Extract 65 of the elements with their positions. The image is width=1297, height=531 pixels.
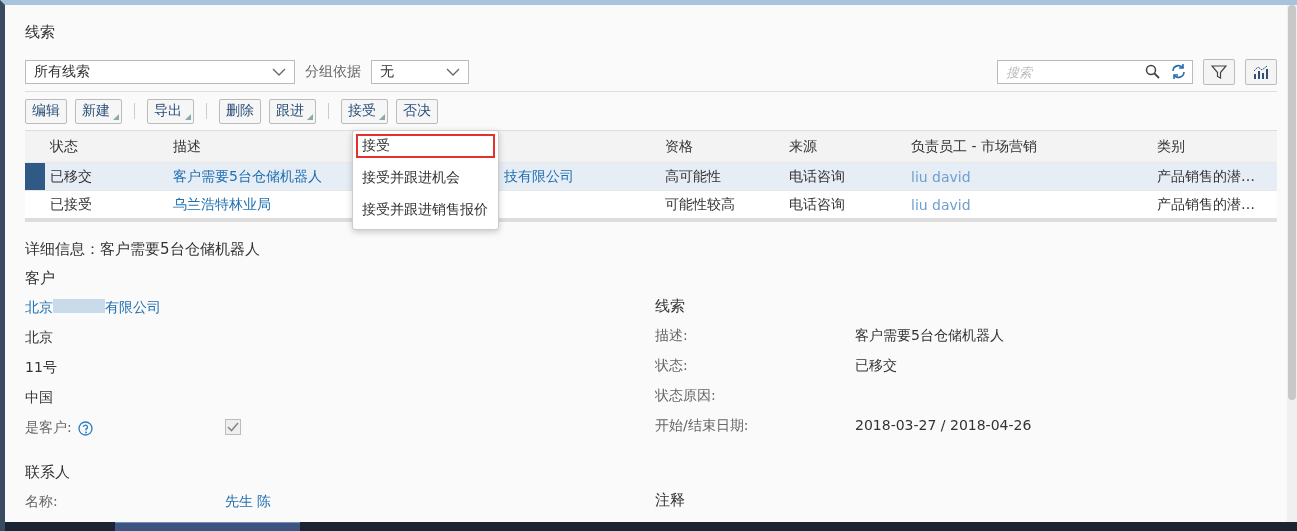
toolbar-button[interactable]: 否决	[396, 98, 438, 124]
page-title: 线索	[25, 23, 56, 43]
section-heading: 注释	[655, 491, 686, 511]
details-title: 详细信息：客户需要5台仓储机器人	[25, 240, 261, 259]
customer-link[interactable]: 有限公司	[105, 299, 161, 317]
field-value: 已移交	[855, 357, 898, 375]
table-link[interactable]: 乌兰浩特林业局	[168, 195, 347, 214]
field-value: 2018-03-27 / 2018-04-26	[855, 417, 1033, 433]
field-label: 名称:	[25, 493, 59, 511]
checkbox[interactable]	[225, 419, 241, 435]
toolbar-button[interactable]: 接受	[341, 98, 388, 124]
menu-item[interactable]: 接受	[356, 134, 495, 158]
table-link[interactable]: 客户需要5台仓储机器人	[168, 167, 347, 186]
address-line: 11号	[25, 359, 58, 377]
refresh-icon[interactable]	[1170, 63, 1187, 80]
chevron-down-icon	[272, 68, 286, 76]
table-cell-text: liu david	[910, 168, 972, 185]
redaction-bar	[53, 299, 105, 313]
field-label: 描述:	[655, 327, 689, 345]
table-cell-text: 已移交	[49, 167, 93, 186]
bar-chart-icon	[1253, 65, 1269, 79]
address-line: 北京	[25, 329, 54, 347]
table-cell-text: 电话咨询	[788, 195, 846, 214]
field-value: 客户需要5台仓储机器人	[855, 327, 1005, 345]
table-cell-text: 产品销售的潜…	[1156, 195, 1256, 214]
group-by-dropdown[interactable]: 无	[371, 60, 469, 84]
field-label: 是客户:	[25, 419, 72, 437]
filter-icon	[1211, 64, 1227, 80]
chevron-down-icon	[446, 68, 460, 76]
table-cell-text: 电话咨询	[788, 167, 846, 186]
toolbar-button[interactable]: 新建	[75, 98, 122, 124]
table-cell-text: 高可能性	[664, 167, 722, 186]
column-header[interactable]: 资格	[660, 137, 784, 156]
column-header[interactable]: 负责员工 - 市场营销	[906, 137, 1152, 156]
scrollbar-thumb[interactable]	[1288, 5, 1296, 400]
section-heading: 客户	[25, 269, 56, 289]
table-cell-text: 已接受	[49, 195, 93, 214]
table-cell-text: 产品销售的潜…	[1156, 167, 1256, 186]
table-cell-text: 可能性较高	[664, 195, 736, 214]
section-heading: 线索	[655, 297, 686, 317]
group-by-label: 分组依据	[305, 63, 361, 81]
column-header[interactable]: 描述	[168, 137, 347, 156]
help-icon[interactable]	[77, 420, 93, 436]
view-dropdown[interactable]: 所有线索	[25, 60, 295, 84]
taskbar-button[interactable]	[115, 522, 300, 531]
field-label: 状态:	[655, 357, 689, 375]
customer-link[interactable]: 北京	[25, 299, 53, 317]
chart-settings-button[interactable]	[1245, 59, 1277, 85]
contact-link[interactable]: 先生 陈	[225, 493, 655, 511]
search-field[interactable]: 搜索	[997, 60, 1193, 84]
toolbar-button[interactable]: 删除	[219, 98, 261, 124]
filter-button[interactable]	[1203, 59, 1235, 85]
field-label: 状态原因:	[655, 387, 717, 405]
address-line: 中国	[25, 389, 54, 407]
field-label: 开始/结束日期:	[655, 417, 750, 435]
column-header[interactable]: 来源	[784, 137, 906, 156]
toolbar-button[interactable]: 编辑	[25, 98, 67, 124]
row-selection-marker[interactable]	[25, 163, 45, 190]
toolbar-button[interactable]: 导出	[147, 98, 194, 124]
table-cell-text: liu david	[910, 196, 972, 213]
toolbar-button[interactable]: 跟进	[269, 98, 316, 124]
column-header[interactable]: 状态	[45, 137, 168, 156]
column-header[interactable]: 类别	[1152, 137, 1277, 156]
search-icon[interactable]	[1145, 64, 1160, 79]
section-heading: 联系人	[25, 463, 71, 483]
